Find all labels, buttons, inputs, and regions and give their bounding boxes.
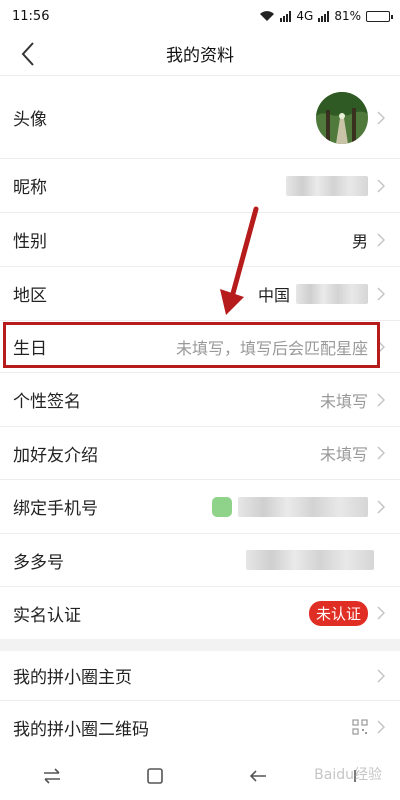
row-label-circle-home: 我的拼小圈主页 (13, 668, 132, 688)
chevron-right-icon (374, 286, 388, 301)
chevron-right-icon (374, 178, 388, 193)
chevron-right-icon (374, 668, 388, 683)
back-button[interactable] (12, 38, 44, 70)
watermark: Baidu经验 (314, 767, 382, 783)
chevron-right-icon (374, 606, 388, 620)
row-label-phone: 绑定手机号 (13, 499, 98, 519)
region-detail-blurred (296, 283, 368, 304)
annotation-highlight-box (3, 322, 380, 368)
chevron-right-icon (374, 446, 388, 460)
row-label-realname: 实名认证 (13, 605, 81, 626)
qr-code-icon (352, 719, 368, 735)
chevron-left-icon (21, 42, 34, 66)
row-label-duoduo-id: 多多号 (13, 552, 64, 573)
page-title: 我的资料 (166, 46, 234, 66)
annotation-arrow-icon (220, 206, 259, 315)
row-label-nickname: 昵称 (13, 178, 47, 198)
row-label-friend-intro: 加好友介绍 (13, 445, 98, 466)
status-bar: 11:56 4G 81% (0, 0, 400, 32)
phone-value-blurred (238, 496, 368, 517)
row-label-circle-qr: 我的拼小圈二维码 (13, 719, 149, 740)
wechat-green-icon (212, 496, 232, 517)
row-label-gender: 性别 (13, 232, 47, 252)
row-signature[interactable]: 个性签名 未填写 (0, 373, 400, 427)
chevron-right-icon (374, 499, 388, 514)
chevron-right-icon (374, 110, 388, 125)
home-square-icon[interactable] (146, 767, 164, 789)
wifi-icon (260, 11, 275, 21)
signature-value: 未填写 (319, 391, 368, 411)
row-circle-home[interactable]: 我的拼小圈主页 (0, 651, 400, 701)
chevron-right-icon (374, 720, 388, 734)
signal-icon (280, 10, 292, 22)
row-nickname[interactable]: 昵称 (0, 159, 400, 213)
signal-icon-2 (318, 10, 330, 22)
switch-arrows-icon[interactable] (42, 768, 62, 788)
duoduo-id-blurred (246, 550, 374, 570)
network-type: 4G (296, 9, 314, 23)
nav-bar: 我的资料 (0, 32, 400, 76)
row-friend-intro[interactable]: 加好友介绍 未填写 (0, 427, 400, 480)
friend-intro-value: 未填写 (319, 445, 368, 464)
row-avatar[interactable]: 头像 (0, 77, 400, 159)
battery-percent: 81% (334, 9, 361, 23)
row-label-signature: 个性签名 (13, 392, 81, 412)
avatar (316, 91, 368, 144)
gender-value: 男 (351, 231, 368, 251)
row-label-region: 地区 (13, 286, 47, 306)
row-realname[interactable]: 实名认证 未认证 (0, 587, 400, 639)
status-time: 11:56 (12, 8, 50, 24)
row-label-avatar: 头像 (13, 110, 47, 130)
chevron-right-icon (374, 392, 388, 407)
battery-icon (366, 10, 393, 22)
status-icons: 4G 81% (259, 9, 393, 23)
row-region[interactable]: 地区 中国 (0, 267, 400, 321)
back-arrow-icon[interactable] (248, 768, 268, 788)
row-circle-qr[interactable]: 我的拼小圈二维码 (0, 701, 400, 753)
row-gender[interactable]: 性别 男 (0, 213, 400, 267)
nickname-value-blurred (286, 175, 368, 196)
section-divider (0, 639, 400, 651)
row-duoduo-id[interactable]: 多多号 (0, 534, 400, 587)
chevron-right-icon (374, 232, 388, 247)
row-phone[interactable]: 绑定手机号 (0, 480, 400, 534)
realname-status-badge: 未认证 (308, 600, 368, 626)
